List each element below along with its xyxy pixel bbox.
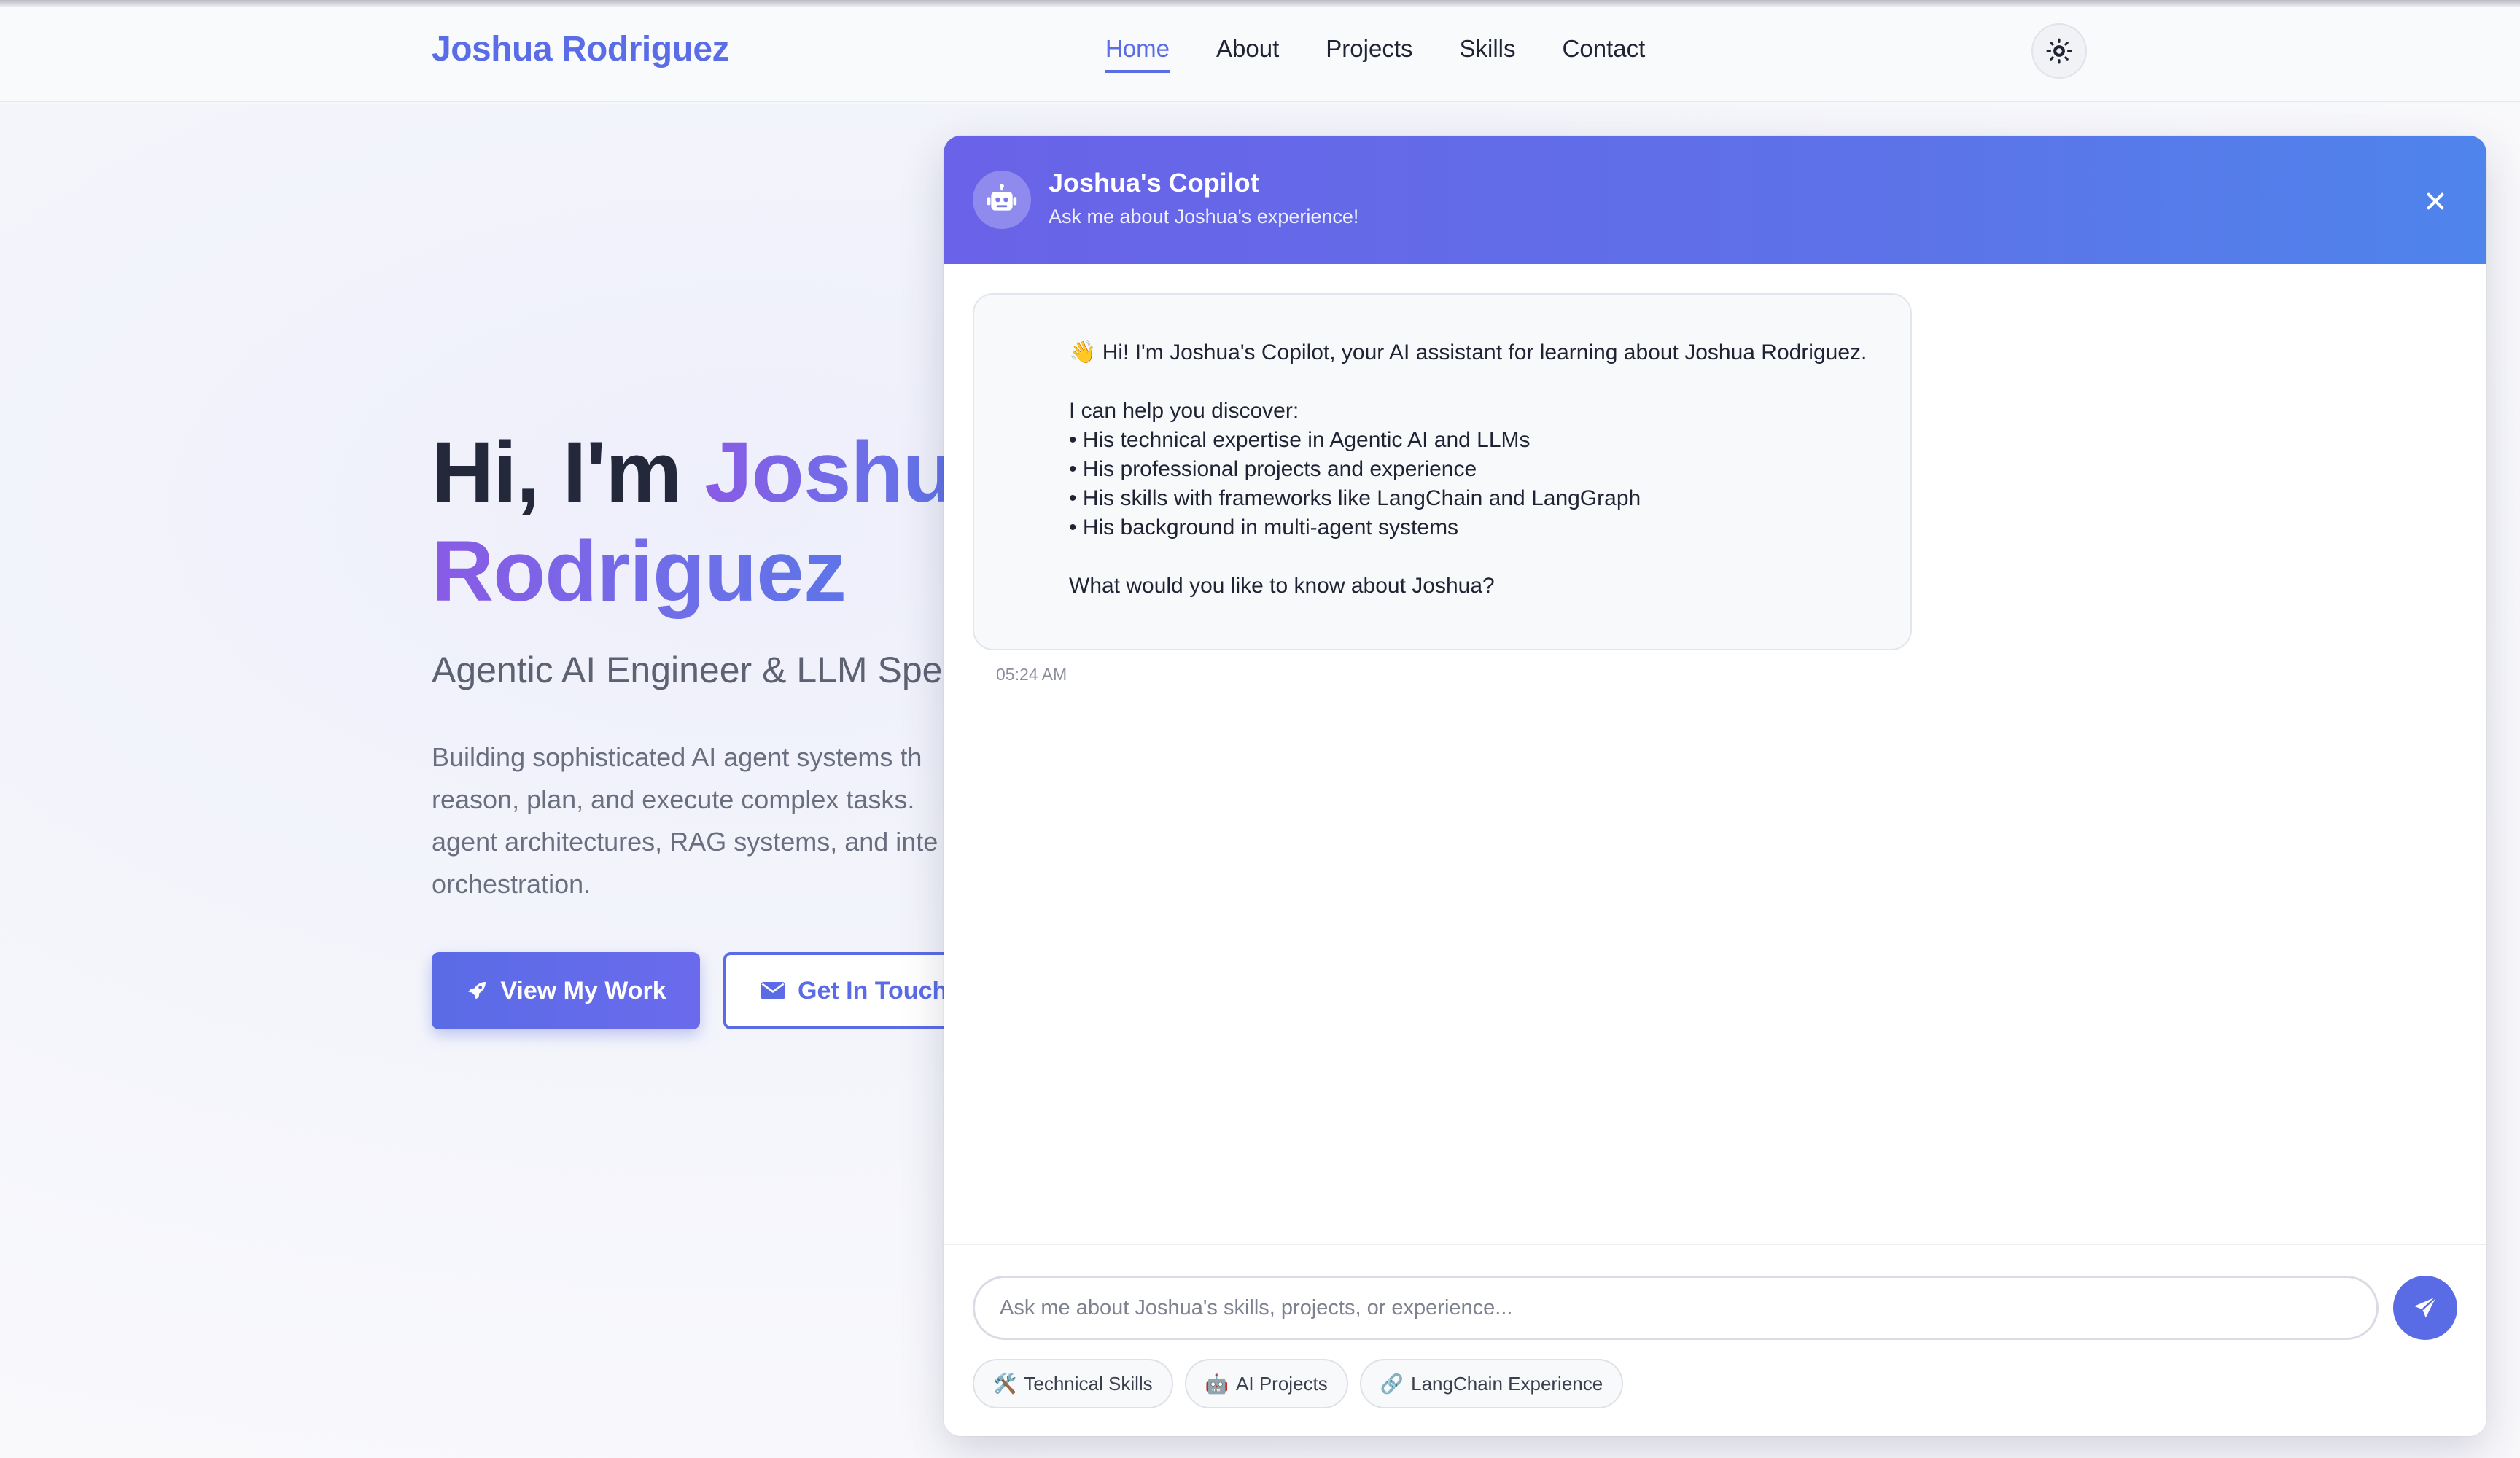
copilot-chat-panel: Joshua's Copilot Ask me about Joshua's e… <box>944 136 2486 1436</box>
hero-name-last: Rodriguez <box>432 523 847 620</box>
message-bullet: • His professional projects and experien… <box>1069 457 1477 481</box>
message-bullet: • His technical expertise in Agentic AI … <box>1069 428 1531 452</box>
chat-subtitle: Ask me about Joshua's experience! <box>1049 206 1359 227</box>
view-my-work-label: View My Work <box>500 976 666 1005</box>
nav-links: Home About Projects Skills Contact <box>1105 35 1645 73</box>
waving-hand-emoji: 👋 <box>1069 340 1097 364</box>
nav-link-projects[interactable]: Projects <box>1326 35 1412 73</box>
suggestion-chip-technical-skills[interactable]: 🛠️ Technical Skills <box>973 1359 1173 1408</box>
bot-message-bubble: 👋 Hi! I'm Joshua's Copilot, your AI assi… <box>973 293 1912 650</box>
chat-header: Joshua's Copilot Ask me about Joshua's e… <box>944 136 2486 264</box>
bot-avatar <box>973 171 1031 229</box>
message-question: What would you like to know about Joshua… <box>1069 574 1495 598</box>
suggestion-chip-langchain-experience[interactable]: 🔗 LangChain Experience <box>1359 1359 1624 1408</box>
message-bullet: • His skills with frameworks like LangCh… <box>1069 486 1641 510</box>
brand-logo[interactable]: Joshua Rodriguez <box>432 29 730 69</box>
nav-link-skills[interactable]: Skills <box>1460 35 1516 73</box>
chat-messages: 👋 Hi! I'm Joshua's Copilot, your AI assi… <box>944 264 2486 1379</box>
suggestion-chips: 🛠️ Technical Skills 🤖 AI Projects 🔗 Lang… <box>973 1359 1624 1408</box>
chat-close-button[interactable] <box>2419 185 2451 217</box>
get-in-touch-label: Get In Touch <box>798 976 948 1005</box>
paper-plane-icon <box>2414 1296 2437 1318</box>
message-lead: I can help you discover: <box>1069 399 1299 423</box>
chat-title: Joshua's Copilot <box>1049 168 1259 198</box>
navbar: Joshua Rodriguez Home About Projects Ski… <box>0 7 2520 102</box>
hero-subtitle: Agentic AI Engineer & LLM Spe <box>432 650 943 690</box>
close-icon <box>2427 192 2444 210</box>
message-bullet: • His background in multi-agent systems <box>1069 515 1459 539</box>
hero-greeting: Hi, I'm <box>432 424 705 521</box>
nav-link-home[interactable]: Home <box>1105 35 1170 73</box>
robot-icon <box>987 184 1017 211</box>
nav-link-about[interactable]: About <box>1216 35 1279 73</box>
nav-link-contact[interactable]: Contact <box>1563 35 1646 73</box>
hero-name-first: Joshu <box>704 424 954 521</box>
message-intro: 👋 Hi! I'm Joshua's Copilot, your AI assi… <box>1069 340 1867 364</box>
view-my-work-button[interactable]: View My Work <box>432 952 700 1029</box>
link-icon: 🔗 <box>1380 1372 1404 1395</box>
chat-input[interactable] <box>973 1276 2379 1340</box>
sun-icon <box>2046 38 2072 64</box>
rocket-icon <box>468 982 486 999</box>
chat-footer: 🛠️ Technical Skills 🤖 AI Projects 🔗 Lang… <box>944 1244 2486 1436</box>
window-top-shadow <box>0 0 2520 7</box>
suggestion-chip-ai-projects[interactable]: 🤖 AI Projects <box>1184 1359 1348 1408</box>
send-button[interactable] <box>2393 1276 2457 1340</box>
robot-emoji-icon: 🤖 <box>1205 1372 1229 1395</box>
theme-toggle-button[interactable] <box>2031 23 2087 79</box>
envelope-icon <box>761 982 785 999</box>
tools-icon: 🛠️ <box>993 1372 1017 1395</box>
message-timestamp: 05:24 AM <box>996 665 1068 684</box>
